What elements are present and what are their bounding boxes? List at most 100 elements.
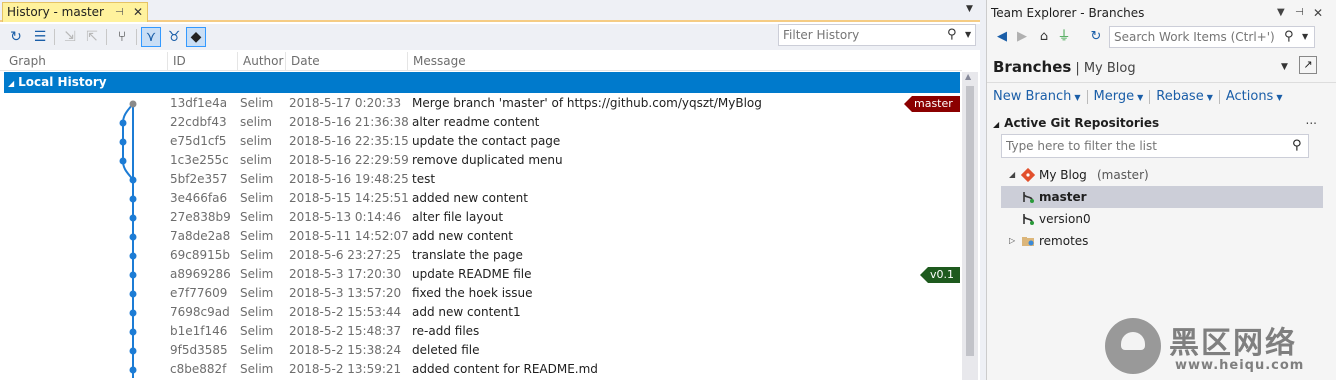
chevron-down-icon[interactable]: ▼ <box>1302 32 1308 41</box>
home-icon[interactable]: ⌂ <box>1035 27 1053 47</box>
commit-id: 9f5d3585 <box>170 343 228 357</box>
commit-message: remove duplicated menu <box>412 153 563 167</box>
rebase-button[interactable]: Rebase ▼ <box>1156 89 1213 104</box>
commit-date: 2018-5-16 22:29:59 <box>289 153 409 167</box>
actions-button[interactable]: Actions ▼ <box>1226 89 1283 104</box>
table-row[interactable]: c8be882f Selim 2018-5-2 13:59:21 added cont… <box>0 360 962 379</box>
search-icon[interactable]: ⚲ <box>947 27 957 42</box>
go-to-parent-icon[interactable]: ⇱ <box>82 27 102 47</box>
table-row[interactable]: 7a8de2a8 Selim 2018-5-11 14:52:07 add new c… <box>0 227 962 246</box>
table-row[interactable]: e7f77609 Selim 2018-5-3 13:57:20 fixed the … <box>0 284 962 303</box>
commit-message: add new content1 <box>412 305 521 319</box>
commit-date: 2018-5-2 15:38:24 <box>289 343 402 357</box>
show-tags-icon[interactable]: ◆ <box>186 27 206 47</box>
close-icon[interactable]: ✕ <box>133 3 143 22</box>
table-row[interactable]: e75d1cf5 selim 2018-5-16 22:35:15 update th… <box>0 132 962 151</box>
table-row[interactable]: 3e466fa6 Selim 2018-5-15 14:25:51 added new… <box>0 189 962 208</box>
watermark-logo <box>1105 318 1161 374</box>
search-icon[interactable]: ⚲ <box>1292 138 1302 153</box>
pin-icon[interactable]: ⊣ <box>1295 2 1304 24</box>
commit-id: 69c8915b <box>170 248 231 262</box>
table-row[interactable]: 27e838b9 Selim 2018-5-13 0:14:46 alter file… <box>0 208 962 227</box>
column-date[interactable]: Date <box>286 52 408 70</box>
commit-id: b1e1f146 <box>170 324 228 338</box>
branch-item-version0[interactable]: version0 <box>1001 208 1323 230</box>
chevron-down-icon[interactable]: ▼ <box>965 30 971 39</box>
new-branch-label: New Branch <box>993 89 1072 104</box>
close-icon[interactable]: ✕ <box>1313 2 1323 24</box>
chevron-down-icon: ▼ <box>1074 93 1081 102</box>
branch-icon <box>1023 192 1034 203</box>
tab-history-master[interactable]: History - master ⊣ ✕ <box>2 2 148 22</box>
window-dropdown-icon[interactable]: ▼ <box>1277 2 1285 24</box>
undock-icon[interactable]: ↗ <box>1299 56 1317 74</box>
tag-badge[interactable]: v0.1 <box>920 267 960 283</box>
commit-date: 2018-5-17 0:20:33 <box>289 96 402 110</box>
filter-history-input[interactable] <box>779 25 939 45</box>
collapse-triangle-icon[interactable]: ◢ <box>993 120 999 129</box>
commit-author: selim <box>240 115 272 129</box>
remotes-node[interactable]: ▷ remotes <box>1001 230 1323 252</box>
table-row[interactable]: 7698c9ad Selim 2018-5-2 15:53:44 add new co… <box>0 303 962 322</box>
new-branch-button[interactable]: New Branch ▼ <box>993 89 1081 104</box>
expand-triangle-icon[interactable]: ◢ <box>1009 164 1015 186</box>
table-row[interactable]: a8969286 Selim 2018-5-3 17:20:30 update REA… <box>0 265 962 284</box>
table-row[interactable]: b1e1f146 Selim 2018-5-2 15:48:37 re-add fil… <box>0 322 962 341</box>
table-row[interactable]: 13df1e4a Selim 2018-5-17 0:20:33 Merge bran… <box>0 94 962 113</box>
table-row[interactable]: 69c8915b Selim 2018-5-6 23:27:25 translate … <box>0 246 962 265</box>
list-view-icon[interactable]: ☰ <box>30 27 50 47</box>
expand-triangle-icon[interactable]: ▷ <box>1009 230 1015 252</box>
search-work-items-input[interactable] <box>1110 27 1280 47</box>
scrollbar-thumb[interactable] <box>966 86 974 356</box>
simple-view-icon[interactable]: ⋎ <box>141 27 161 47</box>
branch-item-master[interactable]: master <box>1001 186 1323 208</box>
local-history-group[interactable]: ◢ Local History <box>4 72 960 93</box>
divider <box>1149 89 1151 104</box>
table-row[interactable]: 1c3e255c selim 2018-5-16 22:29:59 remove du… <box>0 151 962 170</box>
column-id[interactable]: ID <box>168 52 238 70</box>
search-icon[interactable]: ⚲ <box>1284 29 1294 44</box>
table-row[interactable]: 22cdbf43 selim 2018-5-16 21:36:38 alter rea… <box>0 113 962 132</box>
repo-name: My Blog <box>1039 168 1087 182</box>
go-to-child-icon[interactable]: ⇲ <box>60 27 80 47</box>
tabs-dropdown-icon[interactable]: ▼ <box>966 4 973 14</box>
vertical-scrollbar[interactable]: ▲ <box>962 72 978 380</box>
pin-icon[interactable]: ⊣ <box>115 3 124 22</box>
column-graph[interactable]: Graph <box>4 52 168 70</box>
merge-button[interactable]: Merge ▼ <box>1094 89 1144 104</box>
commit-id: a8969286 <box>170 267 231 281</box>
divider <box>987 82 1336 83</box>
commit-message: added content for README.md <box>412 362 598 376</box>
watermark-title: 黑区网络 <box>1169 326 1297 361</box>
repo-node[interactable]: ◢ My Blog (master) <box>1007 164 1307 186</box>
scroll-up-icon[interactable]: ▲ <box>965 72 971 81</box>
refresh-icon[interactable]: ↻ <box>1087 27 1105 47</box>
divider <box>1218 89 1220 104</box>
divider <box>1086 89 1088 104</box>
commit-date: 2018-5-3 13:57:20 <box>289 286 402 300</box>
forward-icon[interactable]: ▶ <box>1013 27 1031 47</box>
back-icon[interactable]: ◀ <box>993 27 1011 47</box>
commit-date: 2018-5-13 0:14:46 <box>289 210 402 224</box>
commit-author: Selim <box>240 362 274 376</box>
refresh-icon[interactable]: ↻ <box>6 27 26 47</box>
connect-icon[interactable]: ⏚ <box>1055 27 1073 47</box>
commit-date: 2018-5-11 14:52:07 <box>289 229 409 243</box>
commit-id: 3e466fa6 <box>170 191 228 205</box>
team-explorer-title-bar: Team Explorer - Branches ▼ ⊣ ✕ <box>987 2 1327 24</box>
active-git-repositories-section[interactable]: ◢ Active Git Repositories ... <box>993 113 1327 133</box>
more-options-icon[interactable]: ... <box>1306 110 1317 130</box>
page-dropdown-icon[interactable]: ▼ <box>1281 62 1288 72</box>
column-message[interactable]: Message <box>408 52 962 70</box>
column-author[interactable]: Author <box>238 52 286 70</box>
toolbar-separator <box>136 29 137 45</box>
table-row[interactable]: 5bf2e357 Selim 2018-5-16 19:48:25 test <box>0 170 962 189</box>
collapse-triangle-icon[interactable]: ◢ <box>8 79 14 88</box>
commit-author: Selim <box>240 286 274 300</box>
branch-filter-input[interactable] <box>1002 135 1272 157</box>
commit-date: 2018-5-2 15:48:37 <box>289 324 402 338</box>
tag-badge[interactable]: master <box>904 96 960 112</box>
table-row[interactable]: 9f5d3585 Selim 2018-5-2 15:38:24 deleted fi… <box>0 341 962 360</box>
show-remote-icon[interactable]: ♉ <box>164 27 184 47</box>
branch-graph-icon[interactable]: ⑂ <box>112 27 132 47</box>
